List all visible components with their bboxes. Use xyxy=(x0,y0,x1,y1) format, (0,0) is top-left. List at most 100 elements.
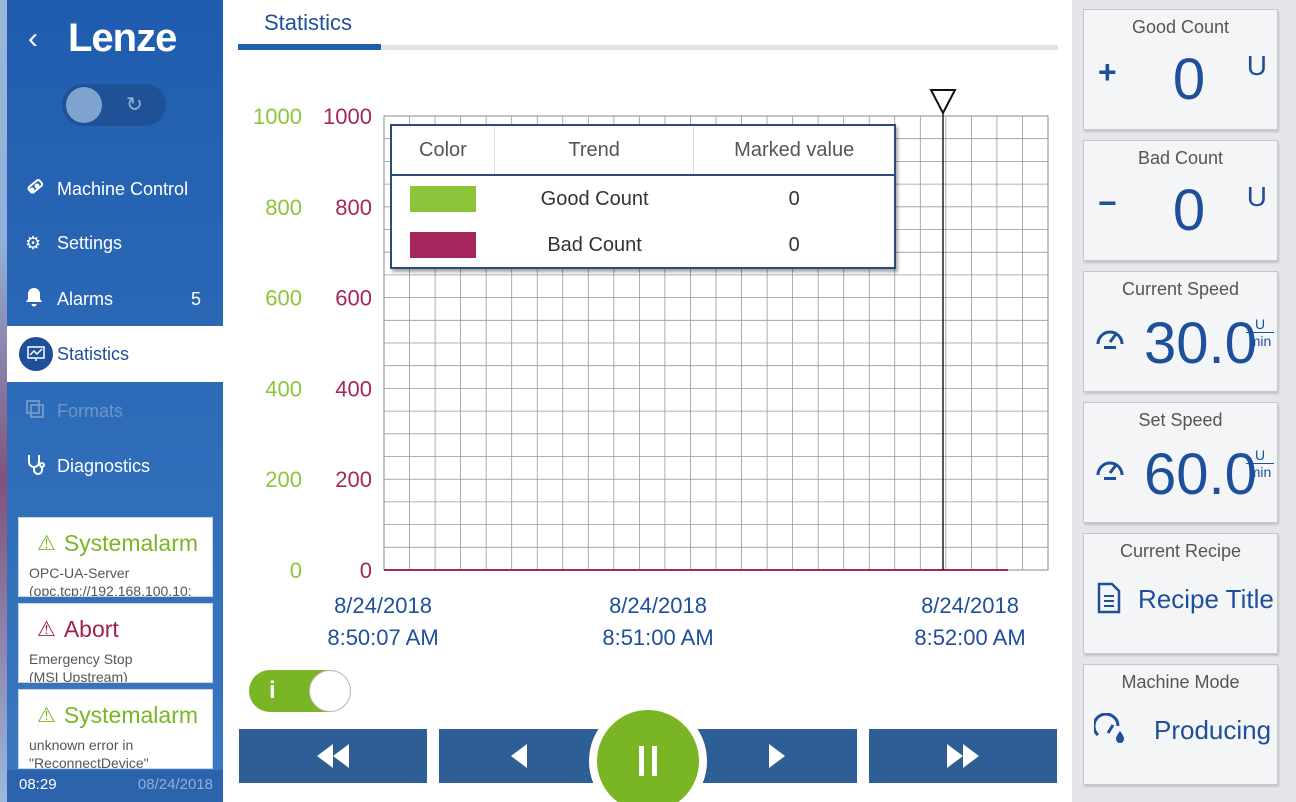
error-icon: ⚠ xyxy=(37,618,56,641)
alarm-card[interactable]: ⚠ Abort Emergency Stop (MSI Upstream) xyxy=(18,603,213,683)
alarm-message-line: Emergency Stop xyxy=(29,651,133,667)
alarm-title: ⚠ Systemalarm xyxy=(37,530,198,557)
current-recipe-card[interactable]: Current Recipe Recipe Title xyxy=(1083,533,1278,654)
plus-sign: + xyxy=(1098,54,1117,90)
speedometer-icon xyxy=(1096,461,1124,480)
alarm-title: ⚠ Systemalarm xyxy=(37,702,198,729)
sidebar-item-label: Alarms xyxy=(57,288,114,309)
legend-trend: Bad Count xyxy=(547,233,642,256)
alarm-message: unknown error in "ReconnectDevice" xyxy=(29,736,149,769)
alarm-message-line: (MSI Upstream) xyxy=(29,669,128,683)
tab-statistics[interactable]: Statistics xyxy=(264,10,352,36)
status-time: 08:29 xyxy=(19,776,57,793)
card-title: Machine Mode xyxy=(1121,672,1240,692)
good-count-card[interactable]: Good Count + 0 U xyxy=(1083,9,1278,130)
step-back-button[interactable] xyxy=(439,729,599,783)
gauge-drop-icon xyxy=(1094,713,1124,743)
info-toggle-knob[interactable] xyxy=(309,670,351,712)
bad-count-unit: U xyxy=(1246,181,1267,212)
current-speed-value: 30.0 xyxy=(1144,311,1257,376)
legend-swatch-good xyxy=(410,186,477,212)
step-forward-button[interactable] xyxy=(697,729,857,783)
alarm-card[interactable]: ⚠ Systemalarm OPC-UA-Server (opc.tcp://1… xyxy=(18,517,213,597)
lenze-logo: Lenze xyxy=(68,16,177,60)
alarm-count-badge: 5 xyxy=(190,288,201,309)
sidebar-item-label: Diagnostics xyxy=(57,455,151,476)
chart-monitor-icon xyxy=(7,337,57,371)
bad-count-value: 0 xyxy=(1172,178,1206,243)
pause-button[interactable] xyxy=(597,710,699,802)
chevron-left-icon[interactable]: ‹ xyxy=(28,24,38,54)
fast-rewind-button[interactable] xyxy=(239,729,427,783)
sidebar-item-label: Formats xyxy=(57,400,124,421)
y-tick-label-good: 800 xyxy=(265,195,302,220)
alarm-card[interactable]: ⚠ Systemalarm unknown error in "Reconnec… xyxy=(18,689,213,769)
sidebar-item-alarms[interactable]: Alarms 5 xyxy=(7,271,223,327)
alarm-message-line: OPC-UA-Server xyxy=(29,565,130,581)
bad-count-card[interactable]: Bad Count − 0 U xyxy=(1083,140,1278,261)
legend-marked-value: 0 xyxy=(788,187,800,210)
document-icon xyxy=(1097,582,1121,614)
step-forward-icon xyxy=(769,744,785,768)
y-tick-label-good: 600 xyxy=(265,286,302,311)
status-bar: 08:29 08/24/2018 xyxy=(7,770,223,802)
legend-swatch-cell xyxy=(392,186,495,212)
x-tick-label-date: 8/24/2018 xyxy=(334,593,432,618)
info-icon: i xyxy=(269,677,276,704)
speed-unit-denominator: min xyxy=(1248,333,1272,349)
alarm-message-line: unknown error in xyxy=(29,737,134,753)
card-title: Set Speed xyxy=(1138,410,1223,430)
y-tick-label-bad: 600 xyxy=(335,286,372,311)
alarm-title-text: Systemalarm xyxy=(63,702,199,728)
tab-active-indicator xyxy=(238,44,381,50)
cursor-triangle-icon xyxy=(929,89,957,116)
card-title: Current Speed xyxy=(1121,279,1240,299)
sidebar-item-settings[interactable]: ⚙ Settings xyxy=(7,215,223,271)
toggle-knob[interactable] xyxy=(66,87,102,123)
current-speed-card[interactable]: Current Speed 30.0 U min xyxy=(1083,271,1278,392)
card-title: Current Recipe xyxy=(1119,541,1242,561)
alarm-title-text: Systemalarm xyxy=(63,530,199,556)
stethoscope-icon xyxy=(7,453,57,480)
sidebar-item-label: Statistics xyxy=(57,343,130,364)
legend-header-marked-value: Marked value xyxy=(734,138,855,161)
alarm-title: ⚠ Abort xyxy=(37,616,119,643)
sidebar-item-statistics[interactable]: Statistics xyxy=(7,326,223,382)
sidebar-item-diagnostics[interactable]: Diagnostics xyxy=(7,438,223,494)
warning-icon: ⚠ xyxy=(37,532,56,555)
y-tick-label-good: 0 xyxy=(290,558,302,583)
info-toggle[interactable]: i xyxy=(249,670,351,712)
machine-control-icon xyxy=(7,176,57,203)
sidebar-item-formats[interactable]: Formats xyxy=(7,383,223,439)
y-tick-label-bad: 800 xyxy=(335,195,372,220)
fast-rewind-icon xyxy=(317,744,349,768)
alarm-message-line: "ReconnectDevice" xyxy=(29,755,149,769)
speed-unit-numerator: U xyxy=(1246,316,1274,333)
speed-unit-denominator: min xyxy=(1248,464,1272,480)
alarm-message: OPC-UA-Server (opc.tcp://192.168.100.10: xyxy=(29,564,192,597)
speedometer-icon xyxy=(1096,330,1124,349)
sidebar: ‹ Lenze ↻ Machine Control ⚙ Settings Ala… xyxy=(0,0,223,802)
legend-trend: Good Count xyxy=(540,187,649,210)
alarm-message-line: (opc.tcp://192.168.100.10: xyxy=(29,583,192,597)
x-tick-label-time: 8:50:07 AM xyxy=(327,625,438,650)
card-title: Good Count xyxy=(1131,17,1230,37)
y-tick-label-bad: 1000 xyxy=(323,104,372,129)
x-tick-label-date: 8/24/2018 xyxy=(609,593,707,618)
y-tick-label-good: 400 xyxy=(265,376,302,401)
chart-legend-table: Color Trend Marked value Good Count 0 Ba… xyxy=(390,124,896,269)
set-speed-card[interactable]: Set Speed 60.0 U min xyxy=(1083,402,1278,523)
alarm-message: Emergency Stop (MSI Upstream) xyxy=(29,650,133,683)
machine-mode-card[interactable]: Machine Mode Producing xyxy=(1083,664,1278,785)
legend-swatch-cell xyxy=(392,232,495,258)
good-count-value: 0 xyxy=(1172,47,1206,112)
step-back-icon xyxy=(511,744,527,768)
legend-marked-value: 0 xyxy=(788,233,800,256)
card-title: Bad Count xyxy=(1137,148,1224,168)
x-tick-label-time: 8:52:00 AM xyxy=(914,625,1025,650)
sidebar-item-machine-control[interactable]: Machine Control xyxy=(7,161,223,217)
machine-mode-value: Producing xyxy=(1154,715,1272,745)
sync-toggle[interactable]: ↻ xyxy=(62,84,166,126)
fast-forward-button[interactable] xyxy=(869,729,1057,783)
x-tick-label-date: 8/24/2018 xyxy=(921,593,1019,618)
